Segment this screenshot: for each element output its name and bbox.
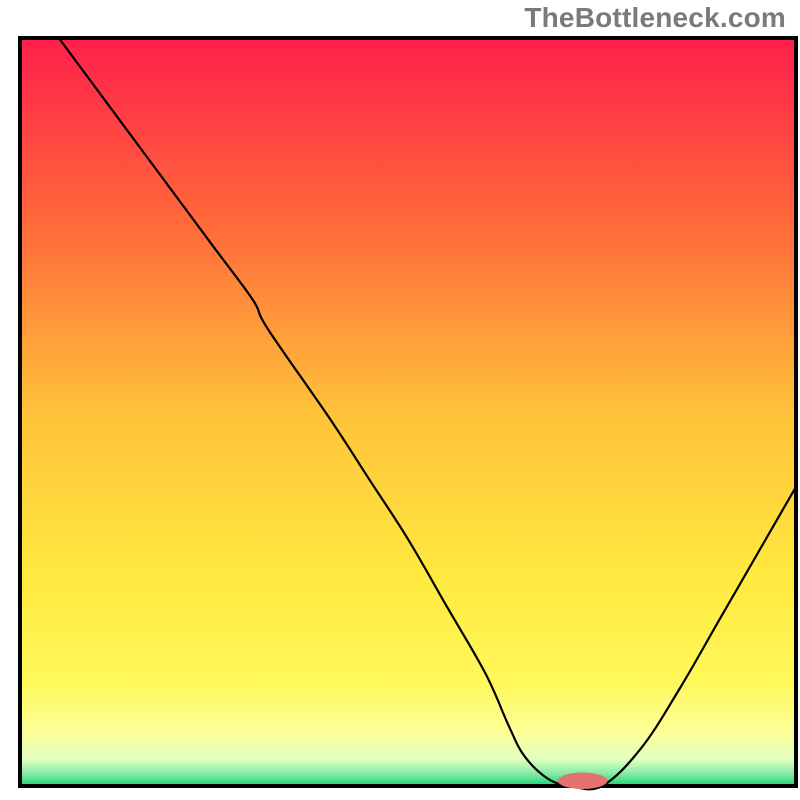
chart-background xyxy=(20,38,796,786)
chart-marker xyxy=(558,773,608,789)
chart-stage: TheBottleneck.com xyxy=(0,0,800,800)
chart-svg xyxy=(0,0,800,800)
